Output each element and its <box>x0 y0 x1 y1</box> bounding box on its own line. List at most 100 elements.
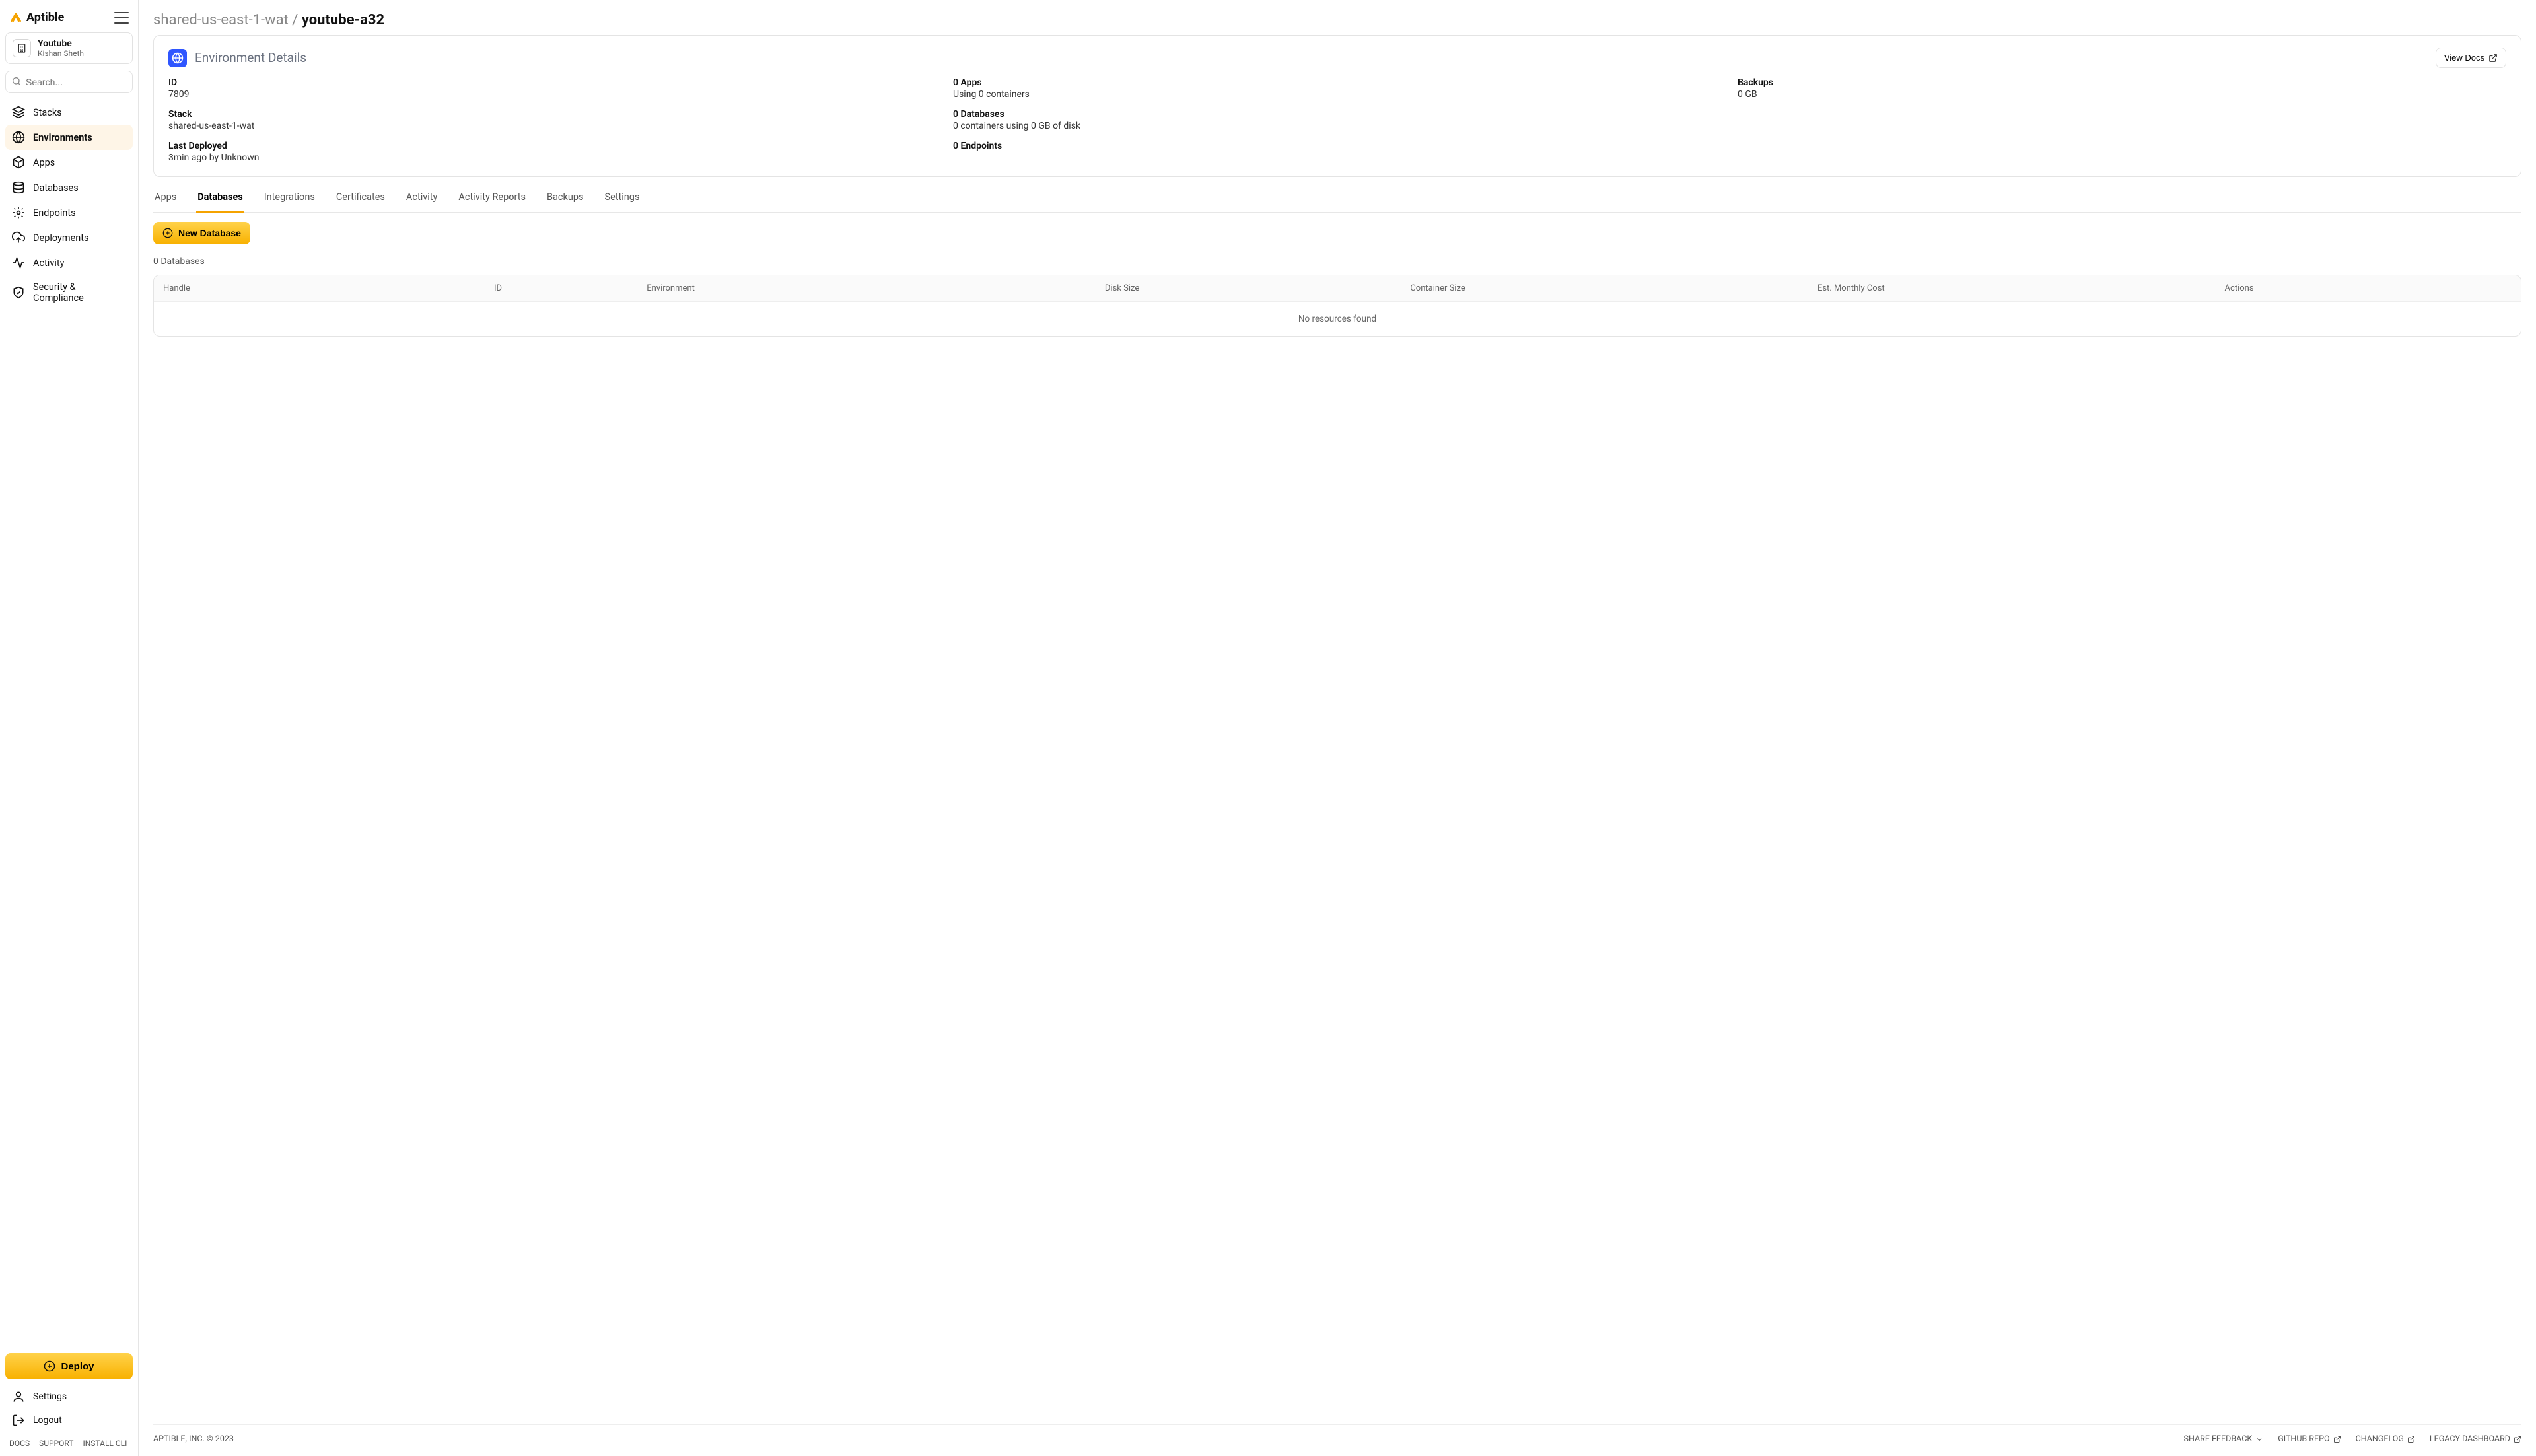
cloud-upload-icon <box>12 231 25 244</box>
plus-circle-icon <box>162 228 173 238</box>
view-docs-button[interactable]: View Docs <box>2436 48 2506 68</box>
page-footer: APTIBLE, INC. © 2023 SHARE FEEDBACK GITH… <box>153 1424 2521 1444</box>
footer-link-support[interactable]: SUPPORT <box>39 1439 73 1448</box>
external-link-icon <box>2488 53 2498 63</box>
breadcrumb: shared-us-east-1-wat / youtube-a32 <box>153 12 2521 28</box>
sidebar-item-databases[interactable]: Databases <box>5 175 133 200</box>
chevron-down-icon <box>2255 1436 2263 1443</box>
footer-link-label: CHANGELOG <box>2356 1434 2404 1444</box>
sidebar-item-label: Deployments <box>33 232 89 244</box>
org-selector[interactable]: Youtube Kishan Sheth <box>5 32 133 64</box>
sidebar-item-label: Activity <box>33 258 64 269</box>
footer-link-docs[interactable]: DOCS <box>9 1439 30 1448</box>
breadcrumb-sep: / <box>289 12 302 28</box>
sidebar-item-settings[interactable]: Settings <box>5 1385 133 1408</box>
endpoint-icon <box>12 206 25 219</box>
new-database-button[interactable]: New Database <box>153 222 250 244</box>
tab-databases[interactable]: Databases <box>196 182 244 213</box>
sidebar-item-endpoints[interactable]: Endpoints <box>5 200 133 225</box>
aptible-logo-icon <box>9 11 22 24</box>
external-link-icon <box>2514 1436 2521 1443</box>
org-name: Youtube <box>38 38 84 49</box>
globe-badge-icon <box>168 49 187 67</box>
menu-toggle-icon[interactable] <box>114 12 129 24</box>
tab-activity-reports[interactable]: Activity Reports <box>457 182 527 212</box>
sidebar-item-label: Logout <box>33 1415 62 1426</box>
field-value: shared-us-east-1-wat <box>168 121 937 131</box>
col-disk-size[interactable]: Disk Size <box>1096 275 1401 301</box>
tab-activity[interactable]: Activity <box>405 182 439 212</box>
org-user: Kishan Sheth <box>38 49 84 58</box>
field-endpoints: 0 Endpoints <box>953 141 1722 163</box>
col-est-cost[interactable]: Est. Monthly Cost <box>1808 275 2216 301</box>
col-id[interactable]: ID <box>485 275 637 301</box>
user-icon <box>12 1390 25 1403</box>
env-tabs: Apps Databases Integrations Certificates… <box>153 182 2521 213</box>
sidebar-item-stacks[interactable]: Stacks <box>5 100 133 125</box>
field-backups: Backups 0 GB <box>1738 77 2506 100</box>
panel-title: Environment Details <box>195 50 306 65</box>
database-count: 0 Databases <box>153 256 2521 267</box>
brand-name: Aptible <box>26 11 64 24</box>
sidebar-item-label: Databases <box>33 182 79 193</box>
main-content: shared-us-east-1-wat / youtube-a32 Envir… <box>139 0 2536 1456</box>
field-value: Using 0 containers <box>953 89 1722 100</box>
deploy-button[interactable]: Deploy <box>5 1353 133 1379</box>
sidebar-item-label: Stacks <box>33 107 62 118</box>
field-label: 0 Endpoints <box>953 141 1722 151</box>
logout-icon <box>12 1414 25 1427</box>
footer-share-feedback[interactable]: SHARE FEEDBACK <box>2184 1434 2264 1444</box>
sidebar-item-logout[interactable]: Logout <box>5 1408 133 1432</box>
table-empty-state: No resources found <box>154 302 2521 336</box>
sidebar-item-activity[interactable]: Activity <box>5 250 133 275</box>
tab-certificates[interactable]: Certificates <box>335 182 386 212</box>
field-id: ID 7809 <box>168 77 937 100</box>
sidebar-item-deployments[interactable]: Deployments <box>5 225 133 250</box>
tab-integrations[interactable]: Integrations <box>263 182 316 212</box>
sidebar-item-label: Apps <box>33 157 55 168</box>
field-label: 0 Databases <box>953 109 1722 120</box>
plus-circle-icon <box>44 1360 55 1372</box>
tab-settings[interactable]: Settings <box>603 182 641 212</box>
field-label: ID <box>168 77 937 88</box>
sidebar-item-label: Settings <box>33 1391 67 1402</box>
sidebar-item-label: Security & Compliance <box>33 281 126 304</box>
field-apps: 0 Apps Using 0 containers <box>953 77 1722 100</box>
field-value: 3min ago by Unknown <box>168 153 937 163</box>
field-value: 0 containers using 0 GB of disk <box>953 121 1722 131</box>
field-value: 7809 <box>168 89 937 100</box>
sidebar-item-apps[interactable]: Apps <box>5 150 133 175</box>
tab-apps[interactable]: Apps <box>153 182 178 212</box>
view-docs-label: View Docs <box>2444 53 2484 63</box>
col-actions[interactable]: Actions <box>2216 275 2521 301</box>
search-icon <box>11 76 22 87</box>
tab-backups[interactable]: Backups <box>546 182 584 212</box>
sidebar-item-label: Endpoints <box>33 207 76 219</box>
footer-link-install-cli[interactable]: INSTALL CLI <box>83 1439 127 1448</box>
breadcrumb-parent[interactable]: shared-us-east-1-wat <box>153 12 289 28</box>
footer-changelog[interactable]: CHANGELOG <box>2356 1434 2415 1444</box>
col-environment[interactable]: Environment <box>637 275 1096 301</box>
breadcrumb-current: youtube-a32 <box>302 12 384 28</box>
brand-logo[interactable]: Aptible <box>9 11 64 24</box>
field-label: Stack <box>168 109 937 120</box>
footer-legacy-dashboard[interactable]: LEGACY DASHBOARD <box>2430 1434 2521 1444</box>
new-database-label: New Database <box>178 228 241 238</box>
environment-details-panel: Environment Details View Docs ID 7809 0 … <box>153 35 2521 177</box>
search-input[interactable] <box>5 71 133 93</box>
field-value: 0 GB <box>1738 89 2506 100</box>
col-container-size[interactable]: Container Size <box>1401 275 1808 301</box>
globe-icon <box>12 131 25 144</box>
sidebar-item-environments[interactable]: Environments <box>5 125 133 150</box>
field-label: Backups <box>1738 77 2506 88</box>
footer-github-repo[interactable]: GITHUB REPO <box>2278 1434 2341 1444</box>
col-handle[interactable]: Handle <box>154 275 485 301</box>
field-label: Last Deployed <box>168 141 937 151</box>
sidebar-item-security[interactable]: Security & Compliance <box>5 275 133 310</box>
external-link-icon <box>2407 1436 2415 1443</box>
database-icon <box>12 181 25 194</box>
footer-link-label: LEGACY DASHBOARD <box>2430 1434 2510 1444</box>
footer-link-label: GITHUB REPO <box>2278 1434 2329 1444</box>
building-icon <box>13 39 31 57</box>
box-icon <box>12 156 25 169</box>
